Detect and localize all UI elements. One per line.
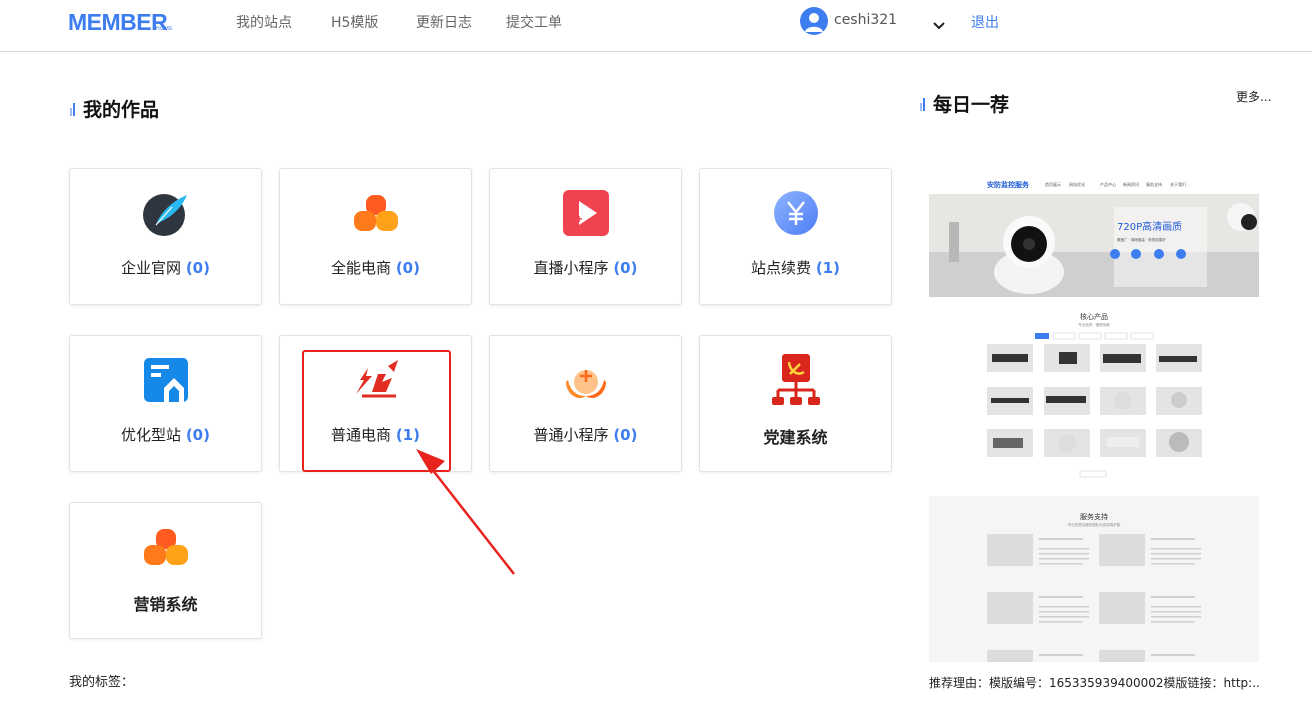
play-icon [562, 189, 610, 237]
section-bars-icon [70, 102, 76, 116]
card-label: 站点续费 (1) [751, 259, 840, 277]
svg-text:服务支持: 服务支持 [1146, 181, 1162, 187]
card-label: 全能电商 (0) [331, 259, 420, 277]
logo[interactable]: MEMBER [68, 9, 168, 36]
party-icon [768, 352, 824, 408]
nav-submit-ticket[interactable]: 提交工单 [506, 12, 562, 32]
nav-my-sites[interactable]: 我的站点 [236, 12, 292, 32]
optimize-icon [142, 356, 190, 404]
my-works-title: 我的作品 [83, 99, 160, 121]
card-standard-miniprogram[interactable]: 普通小程序 (0) [489, 335, 682, 472]
nav-h5-templates[interactable]: H5模版 [331, 12, 378, 32]
template-preview-image[interactable]: 安防监控服务 首页展示 网站优化 产品中心 新闻资讯 服务支持 关于我们 720… [929, 172, 1259, 662]
nav-changelog[interactable]: 更新日志 [416, 12, 472, 32]
svg-text:首页展示: 首页展示 [1045, 181, 1061, 187]
card-label: 普通小程序 (0) [533, 426, 638, 444]
svg-text:专业品质 · 值得信赖: 专业品质 · 值得信赖 [1078, 322, 1110, 327]
top-navigation-bar: MEMBER HOME 我的站点 H5模版 更新日志 提交工单 ceshi321… [0, 0, 1312, 52]
feather-icon [142, 189, 190, 237]
card-marketing-system[interactable]: 营销系统 [69, 502, 262, 639]
username[interactable]: ceshi321 [834, 12, 897, 28]
card-label: 党建系统 [763, 428, 828, 447]
card-enterprise-site[interactable]: 企业官网 (0) [69, 168, 262, 305]
orange-plus-icon [562, 356, 610, 404]
svg-text:产品中心: 产品中心 [1100, 181, 1116, 187]
svg-text:新闻资讯: 新闻资讯 [1123, 181, 1139, 187]
more-link[interactable]: 更多... [1236, 88, 1271, 105]
card-party-building[interactable]: 党建系统 [699, 335, 892, 472]
preview-support-title: 服务支持 [1080, 512, 1108, 521]
my-tags-label: 我的标签： [69, 675, 135, 690]
card-label: 直播小程序 (0) [533, 259, 638, 277]
preview-brand: 安防监控服务 [987, 180, 1030, 189]
logo-subtitle: HOME [156, 26, 173, 32]
svg-text:网站优化: 网站优化 [1069, 181, 1085, 187]
svg-text:关于我们: 关于我们 [1170, 181, 1186, 187]
daily-recommend-title: 每日一荐 [933, 94, 1010, 116]
recommend-reason: 推荐理由：模版编号：165335939400002模版链接：http:... [929, 676, 1259, 690]
section-bars-icon [920, 97, 926, 111]
card-site-renewal[interactable]: 站点续费 (1) [699, 168, 892, 305]
card-live-miniprogram[interactable]: 直播小程序 (0) [489, 168, 682, 305]
card-label: 营销系统 [133, 595, 198, 614]
avatar-user-icon[interactable] [800, 7, 828, 35]
card-optimized-site[interactable]: 优化型站 (0) [69, 335, 262, 472]
chevron-down-icon[interactable] [932, 16, 946, 35]
orange-triangle-icon [142, 523, 190, 571]
orange-triangle-icon [352, 189, 400, 237]
card-all-in-one-ecommerce[interactable]: 全能电商 (0) [279, 168, 472, 305]
preview-products-title: 核心产品 [1080, 312, 1108, 321]
card-label: 优化型站 (0) [121, 426, 210, 444]
svg-text:专业的售后服务团队为您保驾护航: 专业的售后服务团队为您保驾护航 [1068, 522, 1121, 527]
svg-text:覆盖广 · 清晰度高 · 夜视效果好: 覆盖广 · 清晰度高 · 夜视效果好 [1117, 237, 1166, 242]
yuan-icon [772, 189, 820, 237]
preview-banner-title: 720P高清画质 [1117, 220, 1182, 233]
logout-link[interactable]: 退出 [971, 12, 999, 32]
highlight-box [302, 350, 451, 472]
card-label: 企业官网 (0) [121, 259, 210, 277]
